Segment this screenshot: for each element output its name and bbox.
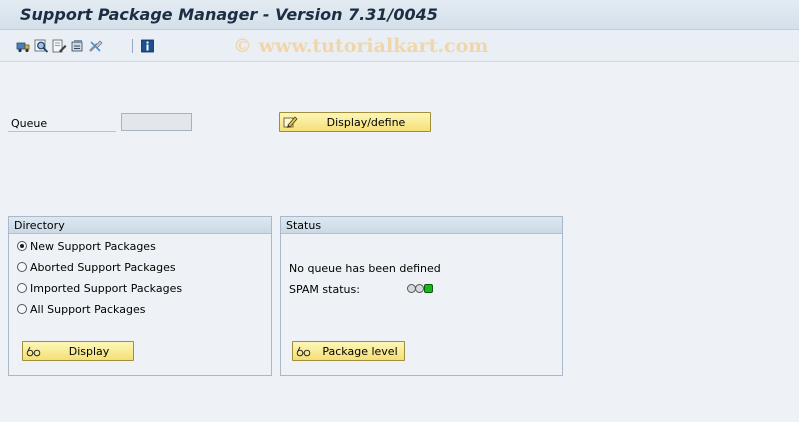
status-panel: Status No queue has been defined SPAM st… [280, 216, 563, 376]
queue-label-underline [8, 131, 116, 132]
glasses-icon [296, 346, 311, 357]
status-light-green [424, 284, 433, 293]
queue-input[interactable] [121, 113, 192, 131]
display-define-label: Display/define [326, 116, 406, 129]
radio-label: All Support Packages [30, 303, 146, 316]
queue-label: Queue [11, 117, 48, 130]
radio-button[interactable] [17, 283, 27, 293]
application-toolbar: © www.tutorialkart.com [0, 30, 799, 62]
directory-panel-title: Directory [14, 219, 65, 232]
package-level-label: Package level [322, 345, 398, 358]
radio-label: New Support Packages [30, 240, 156, 253]
toolbar-separator [132, 39, 133, 53]
info-icon[interactable] [140, 39, 155, 53]
status-panel-header: Status [281, 217, 562, 234]
display-button[interactable]: Display [22, 341, 134, 361]
radio-label: Imported Support Packages [30, 282, 183, 295]
spam-status-lights [407, 284, 435, 295]
title-bar: Support Package Manager - Version 7.31/0… [0, 0, 799, 30]
truck-icon[interactable] [16, 39, 31, 53]
magnifier-icon[interactable] [34, 39, 49, 53]
radio-label: Aborted Support Packages [30, 261, 176, 274]
radio-selected-dot [20, 244, 24, 248]
queue-status-message: No queue has been defined [289, 262, 441, 275]
radio-button[interactable] [17, 304, 27, 314]
directory-panel: Directory New Support Packages Aborted S… [8, 216, 272, 376]
tools-icon[interactable] [88, 39, 103, 53]
glasses-icon [26, 346, 41, 357]
status-panel-title: Status [286, 219, 322, 232]
page-title: Support Package Manager - Version 7.31/0… [20, 5, 438, 24]
package-level-button[interactable]: Package level [292, 341, 405, 361]
import-icon[interactable] [70, 39, 85, 53]
directory-panel-header: Directory [9, 217, 271, 234]
display-button-label: Display [68, 345, 110, 358]
spam-status-label: SPAM status: [289, 283, 360, 296]
watermark: © www.tutorialkart.com [233, 35, 489, 57]
display-define-button[interactable]: Display/define [279, 112, 431, 132]
radio-button[interactable] [17, 262, 27, 272]
edit-document-icon[interactable] [52, 39, 67, 53]
radio-button[interactable] [17, 241, 27, 251]
edit-pencil-icon [283, 116, 298, 128]
status-light-yellow [415, 284, 424, 293]
